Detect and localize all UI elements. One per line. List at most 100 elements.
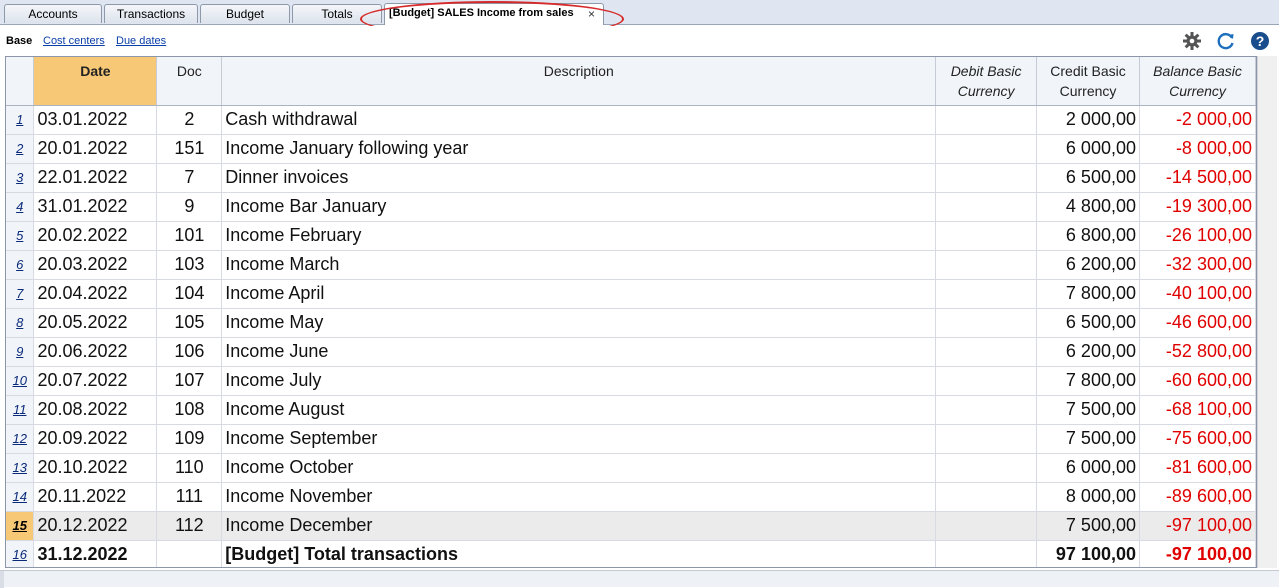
refresh-icon[interactable] <box>1215 30 1237 52</box>
description-cell[interactable]: Dinner invoices <box>221 163 937 193</box>
debit-cell[interactable] <box>935 337 1038 367</box>
row-number[interactable]: 15 <box>6 511 35 541</box>
doc-cell[interactable]: 105 <box>156 308 223 338</box>
description-cell[interactable]: Income September <box>221 424 937 454</box>
doc-cell[interactable]: 151 <box>156 134 223 164</box>
tab-budget[interactable]: Budget <box>200 4 290 23</box>
description-cell[interactable]: Income Bar January <box>221 192 937 222</box>
credit-cell[interactable]: 6 800,00 <box>1036 221 1140 251</box>
row-number[interactable]: 2 <box>6 134 35 164</box>
view-cost-centers[interactable]: Cost centers <box>43 35 105 47</box>
date-cell[interactable]: 20.04.2022 <box>33 279 158 309</box>
table-row[interactable]: 2 20.01.2022 151 Income January following y… <box>6 134 1256 164</box>
debit-cell[interactable] <box>935 540 1038 567</box>
debit-cell[interactable] <box>935 395 1038 425</box>
doc-cell[interactable]: 103 <box>156 250 223 280</box>
row-number[interactable]: 3 <box>6 163 35 193</box>
debit-cell[interactable] <box>935 250 1038 280</box>
tab-accounts[interactable]: Accounts <box>4 4 102 23</box>
table-row[interactable]: 1 03.01.2022 2 Cash withdrawal 2 000,00 -2 00… <box>6 105 1256 135</box>
balance-cell[interactable]: -46 600,00 <box>1139 308 1256 338</box>
credit-cell[interactable]: 8 000,00 <box>1036 482 1140 512</box>
description-cell[interactable]: Income March <box>221 250 937 280</box>
doc-cell[interactable]: 9 <box>156 192 223 222</box>
description-cell[interactable]: Income June <box>221 337 937 367</box>
date-cell[interactable]: 20.08.2022 <box>33 395 158 425</box>
col-header-credit[interactable]: Credit Basic Currency <box>1036 57 1140 106</box>
view-base[interactable]: Base <box>6 35 32 47</box>
close-tab-icon[interactable]: × <box>588 5 595 23</box>
doc-cell[interactable]: 2 <box>156 105 223 135</box>
row-number[interactable]: 7 <box>6 279 35 309</box>
doc-cell[interactable]: 104 <box>156 279 223 309</box>
row-number[interactable]: 10 <box>6 366 35 396</box>
debit-cell[interactable] <box>935 192 1038 222</box>
balance-cell[interactable]: -97 100,00 <box>1139 540 1256 567</box>
row-number[interactable]: 8 <box>6 308 35 338</box>
credit-cell[interactable]: 97 100,00 <box>1036 540 1140 567</box>
col-header-debit[interactable]: Debit Basic Currency <box>935 57 1038 106</box>
date-cell[interactable]: 20.05.2022 <box>33 308 158 338</box>
table-row[interactable]: 8 20.05.2022 105 Income May 6 500,00 -46 600,… <box>6 308 1256 338</box>
debit-cell[interactable] <box>935 308 1038 338</box>
description-cell[interactable]: Income May <box>221 308 937 338</box>
debit-cell[interactable] <box>935 482 1038 512</box>
balance-cell[interactable]: -26 100,00 <box>1139 221 1256 251</box>
doc-cell[interactable] <box>156 540 223 567</box>
debit-cell[interactable] <box>935 366 1038 396</box>
table-row[interactable]: 11 20.08.2022 108 Income August 7 500,00 -68 … <box>6 395 1256 425</box>
balance-cell[interactable]: -81 600,00 <box>1139 453 1256 483</box>
debit-cell[interactable] <box>935 163 1038 193</box>
col-header-description[interactable]: Description <box>221 57 937 106</box>
balance-cell[interactable]: -19 300,00 <box>1139 192 1256 222</box>
tab-transactions[interactable]: Transactions <box>104 4 198 23</box>
credit-cell[interactable]: 4 800,00 <box>1036 192 1140 222</box>
date-cell[interactable]: 20.11.2022 <box>33 482 158 512</box>
doc-cell[interactable]: 108 <box>156 395 223 425</box>
date-cell[interactable]: 20.03.2022 <box>33 250 158 280</box>
balance-cell[interactable]: -8 000,00 <box>1139 134 1256 164</box>
scrollbar-thumb[interactable] <box>0 571 4 588</box>
date-cell[interactable]: 31.01.2022 <box>33 192 158 222</box>
row-number[interactable]: 11 <box>6 395 35 425</box>
date-cell[interactable]: 20.07.2022 <box>33 366 158 396</box>
credit-cell[interactable]: 6 200,00 <box>1036 250 1140 280</box>
description-cell[interactable]: Cash withdrawal <box>221 105 937 135</box>
tab-totals[interactable]: Totals <box>292 4 382 23</box>
col-header-balance[interactable]: Balance Basic Currency <box>1139 57 1256 106</box>
balance-cell[interactable]: -97 100,00 <box>1139 511 1256 541</box>
credit-cell[interactable]: 7 500,00 <box>1036 511 1140 541</box>
credit-cell[interactable]: 7 800,00 <box>1036 279 1140 309</box>
debit-cell[interactable] <box>935 424 1038 454</box>
date-cell[interactable]: 22.01.2022 <box>33 163 158 193</box>
vertical-scrollbar[interactable] <box>1257 56 1277 568</box>
table-row[interactable]: 4 31.01.2022 9 Income Bar January 4 800,00 -1… <box>6 192 1256 222</box>
date-cell[interactable]: 20.09.2022 <box>33 424 158 454</box>
credit-cell[interactable]: 6 000,00 <box>1036 134 1140 164</box>
row-number[interactable]: 16 <box>6 540 35 567</box>
date-cell[interactable]: 03.01.2022 <box>33 105 158 135</box>
date-cell[interactable]: 20.06.2022 <box>33 337 158 367</box>
balance-cell[interactable]: -2 000,00 <box>1139 105 1256 135</box>
balance-cell[interactable]: -52 800,00 <box>1139 337 1256 367</box>
description-cell[interactable]: Income August <box>221 395 937 425</box>
doc-cell[interactable]: 101 <box>156 221 223 251</box>
description-cell[interactable]: Income October <box>221 453 937 483</box>
debit-cell[interactable] <box>935 221 1038 251</box>
description-cell[interactable]: Income April <box>221 279 937 309</box>
table-row[interactable]: 14 20.11.2022 111 Income November 8 000,00 -8… <box>6 482 1256 512</box>
description-cell[interactable]: Income November <box>221 482 937 512</box>
credit-cell[interactable]: 7 500,00 <box>1036 424 1140 454</box>
table-row[interactable]: 10 20.07.2022 107 Income July 7 800,00 -60 60… <box>6 366 1256 396</box>
doc-cell[interactable]: 112 <box>156 511 223 541</box>
balance-cell[interactable]: -75 600,00 <box>1139 424 1256 454</box>
doc-cell[interactable]: 109 <box>156 424 223 454</box>
row-number[interactable]: 1 <box>6 105 35 135</box>
col-header-doc[interactable]: Doc <box>156 57 223 106</box>
debit-cell[interactable] <box>935 453 1038 483</box>
debit-cell[interactable] <box>935 511 1038 541</box>
doc-cell[interactable]: 106 <box>156 337 223 367</box>
help-icon[interactable]: ? <box>1249 30 1271 52</box>
balance-cell[interactable]: -40 100,00 <box>1139 279 1256 309</box>
row-number[interactable]: 9 <box>6 337 35 367</box>
